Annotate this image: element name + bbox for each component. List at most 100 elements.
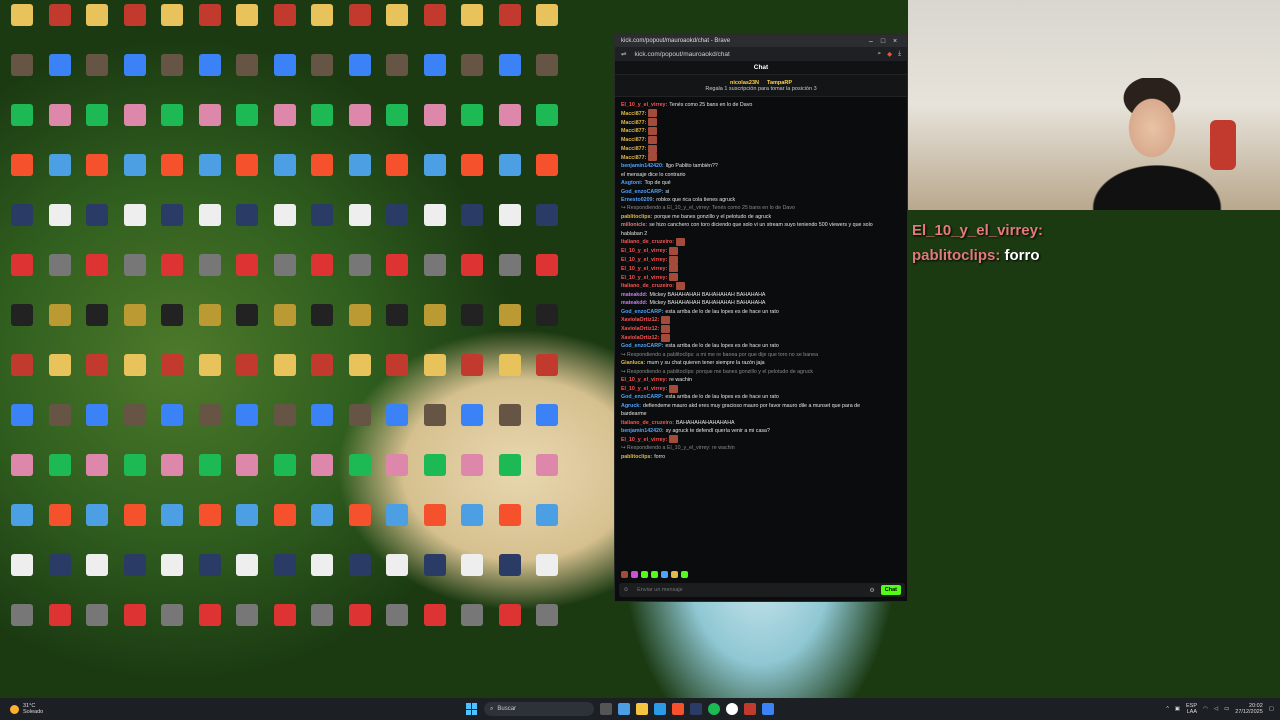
desktop-icon[interactable] — [154, 254, 190, 300]
desktop-icon[interactable] — [379, 254, 415, 300]
desktop-icon[interactable] — [342, 204, 378, 250]
desktop-icon[interactable] — [454, 604, 490, 650]
desktop-icon[interactable] — [192, 454, 228, 500]
desktop-icon[interactable] — [79, 4, 115, 50]
chat-username[interactable]: God_enzoCARP: — [621, 189, 663, 195]
desktop-icon[interactable] — [492, 504, 528, 550]
desktop-icon[interactable] — [79, 404, 115, 450]
desktop-icon[interactable] — [529, 4, 565, 50]
chat-message[interactable]: pablitoclips: forro — [621, 453, 901, 461]
desktop-icon[interactable] — [304, 504, 340, 550]
chat-username[interactable]: Macci877: — [621, 146, 646, 152]
chat-message[interactable]: El_10_y_el_virrey: — [621, 384, 901, 394]
chat-username[interactable]: Macci877: — [621, 155, 646, 161]
desktop-icon[interactable] — [267, 454, 303, 500]
desktop-icon[interactable] — [379, 154, 415, 200]
wifi-icon[interactable]: ◠ — [1203, 706, 1208, 712]
desktop-icon[interactable] — [454, 554, 490, 600]
chat-username[interactable]: XaviolaOrtiz12: — [621, 317, 659, 323]
desktop-icon[interactable] — [192, 504, 228, 550]
chat-username[interactable]: Macci877: — [621, 137, 646, 143]
chat-message[interactable]: benjamin142420: llgo Pablito también?? — [621, 162, 901, 170]
desktop-icon[interactable] — [454, 354, 490, 400]
chat-message[interactable]: benjamin142420: sy agruck te defendí quer… — [621, 427, 901, 435]
desktop-icon[interactable] — [154, 454, 190, 500]
desktop-icon[interactable] — [342, 454, 378, 500]
send-chat-button[interactable]: Chat — [880, 585, 901, 595]
emote-icon[interactable] — [631, 570, 638, 578]
desktop-icon[interactable] — [79, 154, 115, 200]
desktop-icon[interactable] — [154, 404, 190, 450]
chat-username[interactable]: pablitoclips: — [621, 454, 652, 460]
desktop-icon[interactable] — [529, 54, 565, 100]
desktop-icon[interactable] — [267, 54, 303, 100]
desktop-icon[interactable] — [267, 354, 303, 400]
steam-icon[interactable] — [690, 703, 702, 715]
desktop-icon[interactable] — [79, 54, 115, 100]
desktop-icon[interactable] — [79, 504, 115, 550]
desktop-icon[interactable] — [342, 4, 378, 50]
desktop-icon[interactable] — [417, 104, 453, 150]
chat-username[interactable]: Macci877: — [621, 120, 646, 126]
desktop-icon[interactable] — [379, 4, 415, 50]
desktop-icon[interactable] — [229, 254, 265, 300]
desktop-icon[interactable] — [492, 204, 528, 250]
chat-message[interactable]: ↪ Respondiendo a El_10_y_el_virrey: Tené… — [621, 204, 901, 212]
window-titlebar[interactable]: kick.com/popout/mauroaokd/chat - Brave –… — [615, 35, 907, 47]
taskbar-search[interactable]: ⌕ Buscar — [484, 702, 594, 716]
url-text[interactable]: kick.com/popout/mauroaokd/chat — [634, 51, 877, 58]
desktop-icon[interactable] — [229, 54, 265, 100]
desktop-icon[interactable] — [342, 54, 378, 100]
desktop-icon[interactable] — [4, 354, 40, 400]
desktop-icon[interactable] — [379, 354, 415, 400]
chat-username[interactable]: Italiano_de_cruzeiro: — [621, 239, 674, 245]
desktop-icon[interactable] — [4, 554, 40, 600]
desktop-icon[interactable] — [4, 204, 40, 250]
desktop-icon[interactable] — [192, 54, 228, 100]
desktop-icon[interactable] — [267, 504, 303, 550]
desktop-icon[interactable] — [454, 204, 490, 250]
address-bar[interactable]: ⇌ kick.com/popout/mauroaokd/chat ⌕ ◆ ⤓ — [615, 47, 907, 61]
desktop-icon[interactable] — [304, 454, 340, 500]
desktop-icon[interactable] — [267, 404, 303, 450]
desktop-icon[interactable] — [4, 254, 40, 300]
chat-username[interactable]: Gianluca: — [621, 360, 645, 366]
desktop-icon[interactable] — [342, 154, 378, 200]
chat-username[interactable]: El_10_y_el_virrey: — [621, 437, 667, 443]
emote-icon[interactable] — [681, 570, 688, 578]
desktop-icon[interactable] — [417, 504, 453, 550]
desktop-icon[interactable] — [79, 254, 115, 300]
desktop-icon[interactable] — [304, 154, 340, 200]
desktop-icon[interactable] — [417, 54, 453, 100]
settings-icon[interactable]: ⚙ — [869, 587, 874, 594]
desktop-icon[interactable] — [79, 204, 115, 250]
chat-username[interactable]: El_10_y_el_virrey: — [621, 377, 667, 383]
desktop-icon[interactable] — [154, 554, 190, 600]
desktop-icon[interactable] — [417, 4, 453, 50]
desktop-icon[interactable] — [304, 4, 340, 50]
weather-widget[interactable]: 31°C Soleado — [10, 698, 43, 720]
desktop-icon[interactable] — [229, 104, 265, 150]
chat-message[interactable]: hablaban 2 — [621, 230, 901, 238]
desktop-icon[interactable] — [492, 254, 528, 300]
chat-message[interactable]: El_10_y_el_virrey: re wachin — [621, 376, 901, 384]
desktop-icon[interactable] — [117, 354, 153, 400]
desktop-icon[interactable] — [342, 404, 378, 450]
emoji-icon[interactable]: ☺ — [623, 587, 629, 593]
desktop-icon[interactable] — [42, 304, 78, 350]
desktop-icon[interactable] — [417, 154, 453, 200]
desktop-icon[interactable] — [304, 354, 340, 400]
desktop-icon[interactable] — [379, 104, 415, 150]
chat-username[interactable]: El_10_y_el_virrey: — [621, 257, 667, 263]
chat-username[interactable]: Ernesto0209: — [621, 197, 654, 203]
desktop-icon[interactable] — [529, 354, 565, 400]
desktop-icon[interactable] — [417, 254, 453, 300]
desktop-icon[interactable] — [454, 104, 490, 150]
chat-username[interactable]: Italiano_de_cruzeiro: — [621, 420, 674, 426]
desktop-icon[interactable] — [379, 204, 415, 250]
chat-username[interactable]: God_enzoCARP: — [621, 309, 663, 315]
chat-username[interactable]: El_10_y_el_virrey: — [621, 102, 667, 108]
desktop-icon[interactable] — [529, 604, 565, 650]
desktop-icon[interactable] — [229, 604, 265, 650]
volume-icon[interactable]: ◁ — [1214, 706, 1218, 712]
